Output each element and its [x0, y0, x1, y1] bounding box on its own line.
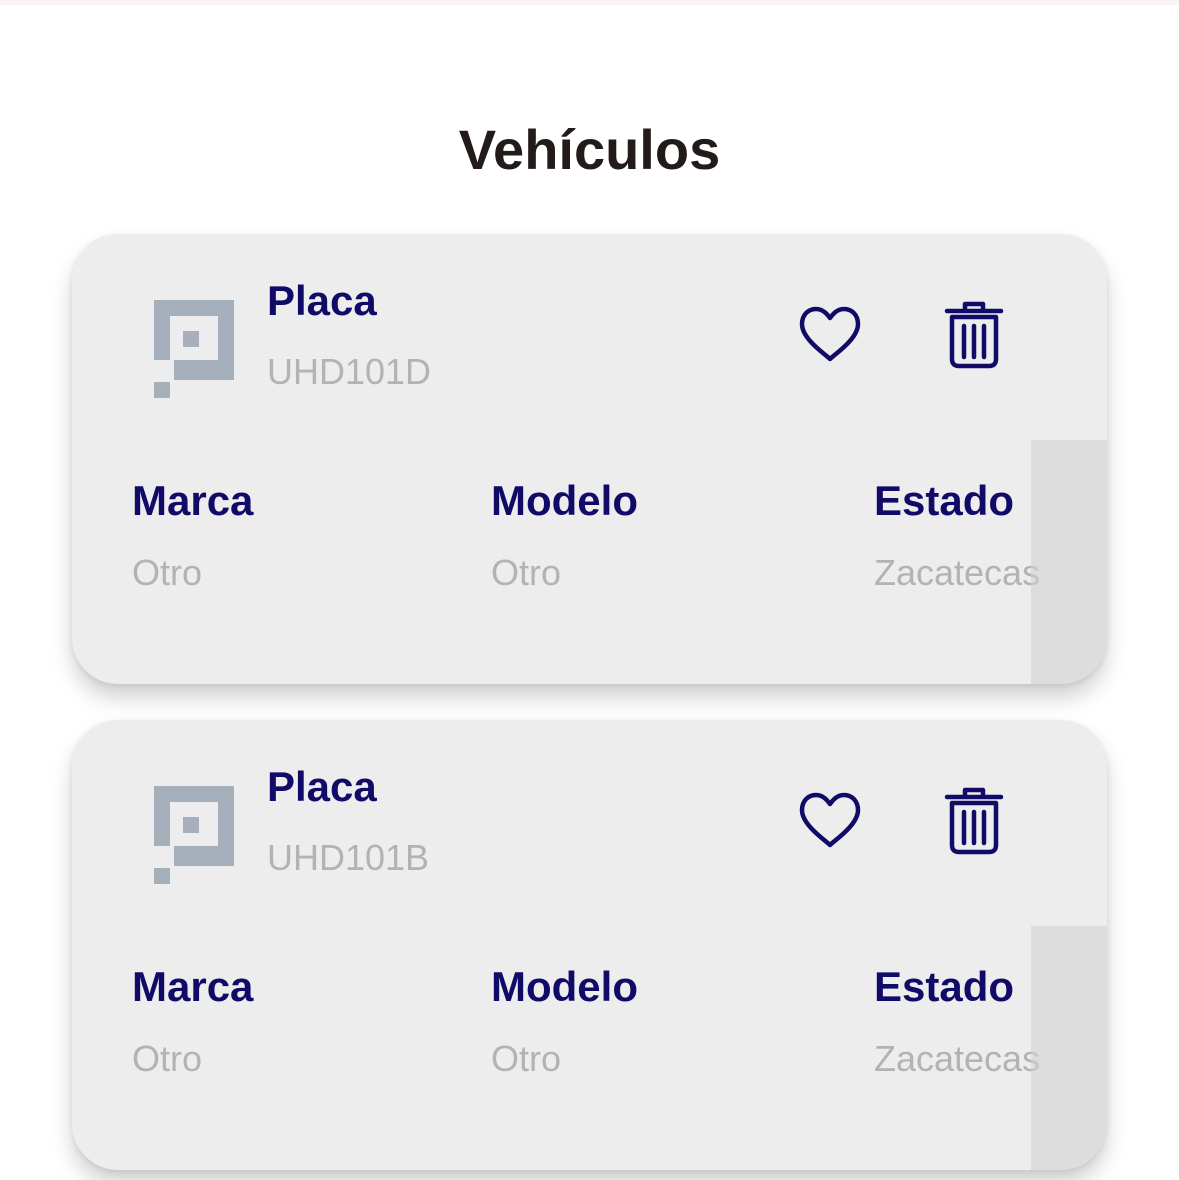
model-value: Otro — [491, 1038, 562, 1079]
state-value: Zacatecas — [874, 552, 1041, 593]
brand-value: Otro — [132, 552, 203, 593]
scroll-indicator — [1031, 440, 1107, 684]
state-label: Estado — [874, 477, 1015, 524]
model-label: Modelo — [491, 963, 638, 1010]
plate-label: Placa — [267, 277, 377, 324]
plate-value: UHD101B — [267, 837, 430, 878]
plate-placeholder-icon — [154, 786, 234, 884]
delete-trash-icon[interactable] — [944, 786, 1004, 856]
delete-trash-icon[interactable] — [944, 300, 1004, 370]
brand-value: Otro — [132, 1038, 203, 1079]
scroll-indicator — [1031, 926, 1107, 1170]
page-title: Vehículos — [458, 117, 721, 181]
state-value: Zacatecas — [874, 1038, 1041, 1079]
vehicle-card[interactable]: Placa UHD101D Marca Otro Modelo Otro Est… — [72, 234, 1107, 684]
brand-label: Marca — [132, 963, 254, 1010]
state-label: Estado — [874, 963, 1015, 1010]
favorite-heart-icon[interactable] — [798, 306, 862, 364]
model-label: Modelo — [491, 477, 638, 524]
status-bar-strip — [0, 0, 1179, 5]
brand-label: Marca — [132, 477, 254, 524]
plate-label: Placa — [267, 763, 377, 810]
favorite-heart-icon[interactable] — [798, 792, 862, 850]
vehicle-card[interactable]: Placa UHD101B Marca Otro Modelo Otro Est… — [72, 720, 1107, 1170]
plate-value: UHD101D — [267, 351, 432, 392]
model-value: Otro — [491, 552, 562, 593]
plate-placeholder-icon — [154, 300, 234, 398]
